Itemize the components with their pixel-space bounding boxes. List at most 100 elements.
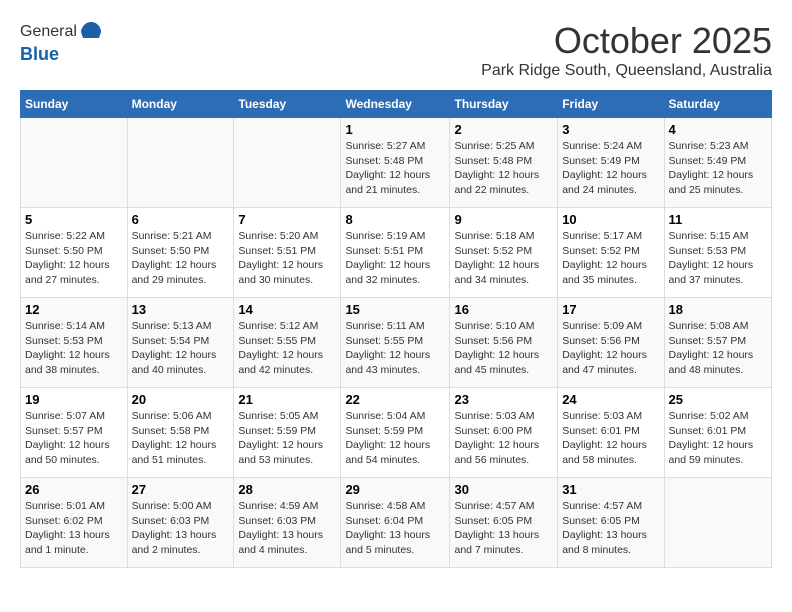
day-info: Sunrise: 5:15 AMSunset: 5:53 PMDaylight:… bbox=[669, 229, 767, 288]
day-info-line: Sunrise: 4:59 AM bbox=[238, 499, 336, 514]
table-row bbox=[21, 118, 128, 208]
day-info-line: Daylight: 12 hours and 30 minutes. bbox=[238, 258, 336, 287]
day-info: Sunrise: 5:24 AMSunset: 5:49 PMDaylight:… bbox=[562, 139, 659, 198]
day-info-line: Daylight: 12 hours and 22 minutes. bbox=[454, 168, 553, 197]
day-info-line: Sunset: 5:49 PM bbox=[669, 154, 767, 169]
day-info: Sunrise: 5:08 AMSunset: 5:57 PMDaylight:… bbox=[669, 319, 767, 378]
day-info-line: Daylight: 12 hours and 24 minutes. bbox=[562, 168, 659, 197]
day-number: 6 bbox=[132, 212, 230, 227]
day-info-line: Sunset: 5:51 PM bbox=[345, 244, 445, 259]
day-info-line: Sunrise: 5:01 AM bbox=[25, 499, 123, 514]
day-number: 25 bbox=[669, 392, 767, 407]
day-info-line: Sunrise: 5:08 AM bbox=[669, 319, 767, 334]
day-info: Sunrise: 5:13 AMSunset: 5:54 PMDaylight:… bbox=[132, 319, 230, 378]
table-row: 12Sunrise: 5:14 AMSunset: 5:53 PMDayligh… bbox=[21, 298, 128, 388]
day-info-line: Sunrise: 5:11 AM bbox=[345, 319, 445, 334]
table-row: 6Sunrise: 5:21 AMSunset: 5:50 PMDaylight… bbox=[127, 208, 234, 298]
table-row: 8Sunrise: 5:19 AMSunset: 5:51 PMDaylight… bbox=[341, 208, 450, 298]
day-number: 1 bbox=[345, 122, 445, 137]
day-info-line: Sunrise: 5:04 AM bbox=[345, 409, 445, 424]
day-number: 28 bbox=[238, 482, 336, 497]
table-row: 20Sunrise: 5:06 AMSunset: 5:58 PMDayligh… bbox=[127, 388, 234, 478]
week-row-1: 5Sunrise: 5:22 AMSunset: 5:50 PMDaylight… bbox=[21, 208, 772, 298]
table-row: 18Sunrise: 5:08 AMSunset: 5:57 PMDayligh… bbox=[664, 298, 771, 388]
table-row: 26Sunrise: 5:01 AMSunset: 6:02 PMDayligh… bbox=[21, 478, 128, 568]
day-info: Sunrise: 5:00 AMSunset: 6:03 PMDaylight:… bbox=[132, 499, 230, 558]
day-info-line: Daylight: 13 hours and 7 minutes. bbox=[454, 528, 553, 557]
day-info-line: Sunrise: 5:03 AM bbox=[454, 409, 553, 424]
header-friday: Friday bbox=[558, 91, 664, 118]
day-number: 24 bbox=[562, 392, 659, 407]
day-info-line: Sunrise: 4:58 AM bbox=[345, 499, 445, 514]
day-info-line: Sunrise: 5:13 AM bbox=[132, 319, 230, 334]
day-info-line: Daylight: 12 hours and 45 minutes. bbox=[454, 348, 553, 377]
day-info-line: Sunset: 5:57 PM bbox=[25, 424, 123, 439]
day-info-line: Sunrise: 5:14 AM bbox=[25, 319, 123, 334]
day-info: Sunrise: 5:02 AMSunset: 6:01 PMDaylight:… bbox=[669, 409, 767, 468]
table-row bbox=[127, 118, 234, 208]
day-info: Sunrise: 5:20 AMSunset: 5:51 PMDaylight:… bbox=[238, 229, 336, 288]
day-info-line: Daylight: 12 hours and 58 minutes. bbox=[562, 438, 659, 467]
day-info-line: Daylight: 12 hours and 42 minutes. bbox=[238, 348, 336, 377]
logo-icon bbox=[79, 20, 103, 44]
day-info-line: Sunset: 6:05 PM bbox=[562, 514, 659, 529]
table-row: 9Sunrise: 5:18 AMSunset: 5:52 PMDaylight… bbox=[450, 208, 558, 298]
week-row-0: 1Sunrise: 5:27 AMSunset: 5:48 PMDaylight… bbox=[21, 118, 772, 208]
day-info-line: Sunset: 5:55 PM bbox=[345, 334, 445, 349]
day-number: 3 bbox=[562, 122, 659, 137]
day-info: Sunrise: 5:09 AMSunset: 5:56 PMDaylight:… bbox=[562, 319, 659, 378]
day-info: Sunrise: 4:58 AMSunset: 6:04 PMDaylight:… bbox=[345, 499, 445, 558]
day-info-line: Sunset: 5:50 PM bbox=[132, 244, 230, 259]
day-info-line: Daylight: 12 hours and 53 minutes. bbox=[238, 438, 336, 467]
table-row bbox=[664, 478, 771, 568]
day-info: Sunrise: 5:23 AMSunset: 5:49 PMDaylight:… bbox=[669, 139, 767, 198]
table-row: 30Sunrise: 4:57 AMSunset: 6:05 PMDayligh… bbox=[450, 478, 558, 568]
day-number: 2 bbox=[454, 122, 553, 137]
day-info-line: Sunset: 5:52 PM bbox=[562, 244, 659, 259]
day-number: 20 bbox=[132, 392, 230, 407]
day-info-line: Sunset: 5:59 PM bbox=[238, 424, 336, 439]
day-info-line: Sunset: 6:02 PM bbox=[25, 514, 123, 529]
table-row: 1Sunrise: 5:27 AMSunset: 5:48 PMDaylight… bbox=[341, 118, 450, 208]
table-row: 13Sunrise: 5:13 AMSunset: 5:54 PMDayligh… bbox=[127, 298, 234, 388]
table-row: 4 Sunrise: 5:23 AMSunset: 5:49 PMDaylight… bbox=[664, 118, 771, 208]
day-number: 14 bbox=[238, 302, 336, 317]
header-tuesday: Tuesday bbox=[234, 91, 341, 118]
day-info-line: Sunrise: 5:19 AM bbox=[345, 229, 445, 244]
day-info-line: Sunrise: 5:00 AM bbox=[132, 499, 230, 514]
day-info-line: Sunset: 5:53 PM bbox=[669, 244, 767, 259]
day-number: 4 bbox=[669, 122, 767, 137]
day-info: Sunrise: 5:03 AMSunset: 6:00 PMDaylight:… bbox=[454, 409, 553, 468]
day-info-line: Sunset: 5:50 PM bbox=[25, 244, 123, 259]
day-info-line: Daylight: 13 hours and 8 minutes. bbox=[562, 528, 659, 557]
day-info-line: Daylight: 12 hours and 38 minutes. bbox=[25, 348, 123, 377]
day-info-line: Daylight: 13 hours and 1 minute. bbox=[25, 528, 123, 557]
month-title: October 2025 bbox=[481, 20, 772, 62]
calendar-body: 1Sunrise: 5:27 AMSunset: 5:48 PMDaylight… bbox=[21, 118, 772, 568]
day-info-line: Sunrise: 5:17 AM bbox=[562, 229, 659, 244]
day-info: Sunrise: 5:10 AMSunset: 5:56 PMDaylight:… bbox=[454, 319, 553, 378]
day-info-line: Daylight: 12 hours and 48 minutes. bbox=[669, 348, 767, 377]
table-row: 29 Sunrise: 4:58 AMSunset: 6:04 PMDayligh… bbox=[341, 478, 450, 568]
title-section: October 2025 Park Ridge South, Queenslan… bbox=[481, 20, 772, 80]
day-info-line: Sunset: 5:48 PM bbox=[454, 154, 553, 169]
location-title: Park Ridge South, Queensland, Australia bbox=[481, 62, 772, 80]
logo: General Blue bbox=[20, 20, 103, 65]
week-row-3: 19Sunrise: 5:07 AMSunset: 5:57 PMDayligh… bbox=[21, 388, 772, 478]
day-info-line: Sunset: 6:01 PM bbox=[669, 424, 767, 439]
table-row: 16Sunrise: 5:10 AMSunset: 5:56 PMDayligh… bbox=[450, 298, 558, 388]
day-info-line: Sunrise: 5:25 AM bbox=[454, 139, 553, 154]
day-info-line: Daylight: 12 hours and 25 minutes. bbox=[669, 168, 767, 197]
day-number: 31 bbox=[562, 482, 659, 497]
day-info-line: Sunrise: 5:15 AM bbox=[669, 229, 767, 244]
day-info-line: Sunset: 6:05 PM bbox=[454, 514, 553, 529]
page-header: General Blue October 2025 Park Ridge Sou… bbox=[20, 20, 772, 80]
day-number: 29 bbox=[345, 482, 445, 497]
day-info-line: Daylight: 12 hours and 47 minutes. bbox=[562, 348, 659, 377]
day-info-line: Sunrise: 5:12 AM bbox=[238, 319, 336, 334]
header-saturday: Saturday bbox=[664, 91, 771, 118]
day-info-line: Daylight: 12 hours and 50 minutes. bbox=[25, 438, 123, 467]
day-info: Sunrise: 5:14 AMSunset: 5:53 PMDaylight:… bbox=[25, 319, 123, 378]
table-row: 2 Sunrise: 5:25 AMSunset: 5:48 PMDaylight… bbox=[450, 118, 558, 208]
day-info-line: Sunset: 5:56 PM bbox=[562, 334, 659, 349]
